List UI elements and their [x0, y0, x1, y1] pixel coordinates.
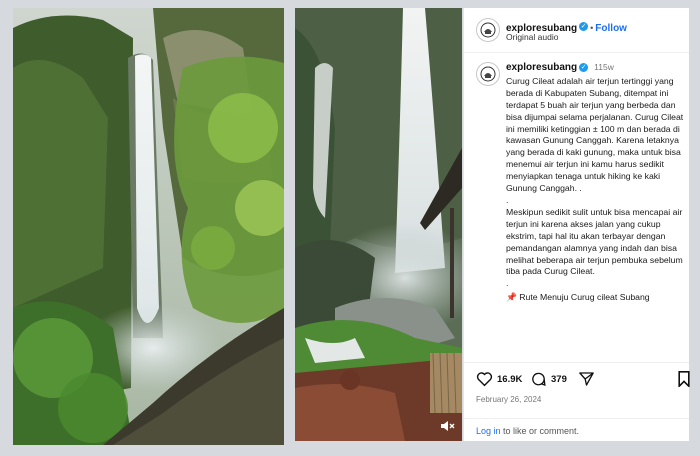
- verified-badge-icon: ✓: [579, 63, 589, 73]
- bookmark-icon[interactable]: [678, 371, 690, 387]
- post-caption: exploresubang ✓ 115w Curug Cileat adalah a…: [506, 62, 684, 304]
- caption-username[interactable]: exploresubang: [506, 62, 577, 73]
- login-link[interactable]: Log in: [476, 426, 501, 436]
- post-time-ago[interactable]: 115w: [594, 62, 614, 72]
- like-control[interactable]: 16.9K: [476, 371, 522, 387]
- post-header: exploresubang ✓ • Follow Original audio: [464, 8, 689, 53]
- heart-icon[interactable]: [476, 371, 493, 387]
- caption-paragraph: Meskipun sedikit sulit untuk bisa mencap…: [506, 206, 683, 277]
- action-bar: 16.9K 379 February 26, 2024: [464, 362, 690, 419]
- caption-avatar[interactable]: [476, 62, 500, 86]
- caption-paragraph: Curug Cileat adalah air terjun tertinggi…: [506, 75, 684, 194]
- separator-dot: •: [590, 23, 594, 33]
- share-control[interactable]: [578, 371, 595, 387]
- comment-bubble-icon[interactable]: [530, 371, 547, 387]
- comment-control[interactable]: 379: [530, 371, 567, 387]
- route-line: Rute Menuju Curug cileat Subang: [519, 292, 650, 303]
- avatar[interactable]: [476, 18, 500, 42]
- caption-dot-line: .: [506, 194, 509, 205]
- login-prompt: Log in to like or comment.: [464, 418, 689, 442]
- follow-button[interactable]: Follow: [595, 23, 627, 34]
- save-control[interactable]: [678, 371, 690, 387]
- verified-badge-icon: ✓: [579, 22, 589, 32]
- like-count: 16.9K: [497, 373, 523, 385]
- speaker-muted-icon[interactable]: [438, 417, 456, 435]
- login-text: to like or comment.: [500, 426, 580, 436]
- waterfall-photo-left: [13, 8, 284, 445]
- caption-dot-line: .: [506, 278, 509, 289]
- comment-count: 379: [551, 373, 567, 385]
- audio-label[interactable]: Original audio: [506, 32, 558, 42]
- send-icon[interactable]: [578, 371, 595, 387]
- post-date: February 26, 2024: [476, 395, 542, 404]
- pushpin-icon: 📌: [506, 292, 517, 303]
- post-panel: exploresubang ✓ • Follow Original audio exp…: [463, 8, 690, 442]
- waterfall-video-frame[interactable]: [295, 8, 462, 441]
